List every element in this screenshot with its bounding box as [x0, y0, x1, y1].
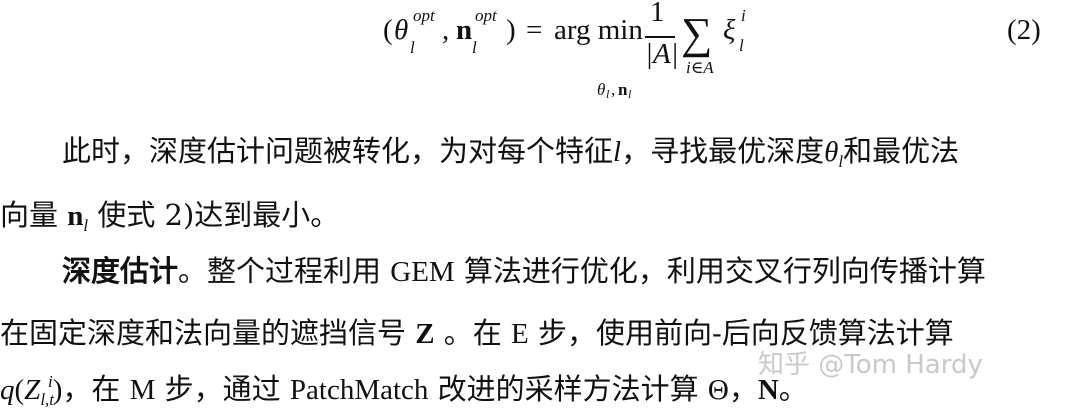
math-Z: Z [24, 374, 41, 406]
paragraph-2-line-1: 深度估计。整个过程利用 GEM 算法进行优化，利用交叉行列向传播计算 [62, 248, 986, 290]
e-step: E [511, 318, 529, 350]
paragraph-1-line-1: 此时，深度估计问题被转化，为对每个特征l，寻找最优深度θl和最优法 [62, 128, 959, 172]
math-n-bold: n [67, 200, 84, 232]
eq-sum-index: i∈A [686, 58, 714, 77]
math-theta: θ [824, 136, 839, 168]
text: 使式 2)达到最小。 [97, 198, 340, 232]
text: 步，通过 [164, 372, 281, 406]
eq-comma: , [442, 14, 450, 46]
eq-under-n: n [618, 80, 628, 99]
eq-under-n-sub: l [628, 87, 632, 101]
bold-heading: 深度估计 [62, 254, 179, 288]
text: ，寻找最优深度 [621, 134, 825, 168]
equation-number: (2) [1007, 14, 1041, 46]
math-q: q [0, 374, 15, 406]
eq-xi: ξ [723, 14, 736, 46]
eq-theta-sub: l [410, 38, 415, 57]
paragraph-2-line-3: q(Zl,ti)，在 M 步，通过 PatchMatch 改进的采样方法计算 Θ… [0, 366, 808, 410]
patchmatch-text: PatchMatch [289, 374, 429, 406]
text: 和最优法 [843, 134, 960, 168]
eq-numerator: 1 [650, 0, 665, 28]
text: ，在 [62, 372, 121, 406]
eq-argmin: arg min [554, 14, 643, 46]
text: 此时，深度估计问题被转化，为对每个特征 [62, 134, 614, 168]
math-paren-open: ( [14, 374, 25, 406]
eq-theta: θ [394, 14, 409, 46]
gem-text: GEM [390, 256, 455, 288]
math-z-bold: Z [415, 318, 435, 350]
zhihu-watermark: 知乎 @Tom Hardy [758, 350, 983, 380]
math-n-sub: l [83, 216, 89, 235]
eq-equals: = [526, 14, 543, 46]
text: 在固定深度和法向量的遮挡信号 [0, 316, 407, 350]
eq-n-sup: opt [475, 6, 497, 25]
eq-xi-sup: i [741, 6, 746, 25]
text: 算法进行优化，利用交叉行列向传播计算 [463, 254, 986, 288]
eq-paren-open: ( [383, 14, 393, 46]
eq-under-comma: , [611, 80, 616, 99]
paragraph-1-line-2: 向量 nl 使式 2)达到最小。 [0, 192, 339, 236]
m-step: M [129, 374, 156, 406]
eq-under-theta: θ [597, 80, 606, 99]
math-l: l [613, 136, 622, 168]
text: 改进的采样方法计算 [437, 372, 699, 406]
eq-sum-symbol: ∑ [681, 9, 713, 58]
eq-xi-sub: l [739, 36, 744, 55]
text: 。在 [443, 316, 502, 350]
eq-under-theta-sub: l [606, 87, 610, 101]
eq-n-sub: l [472, 38, 477, 57]
text: 向量 [0, 198, 59, 232]
text: ， [728, 372, 758, 406]
text: 。整个过程利用 [178, 254, 382, 288]
math-paren-close: ) [52, 374, 63, 406]
eq-n-bold: n [456, 14, 473, 46]
math-theta-capital: Θ [707, 374, 729, 406]
eq-denominator: |A| [645, 38, 679, 70]
eq-paren-close: ) [506, 14, 516, 46]
eq-theta-sup: opt [413, 6, 435, 25]
